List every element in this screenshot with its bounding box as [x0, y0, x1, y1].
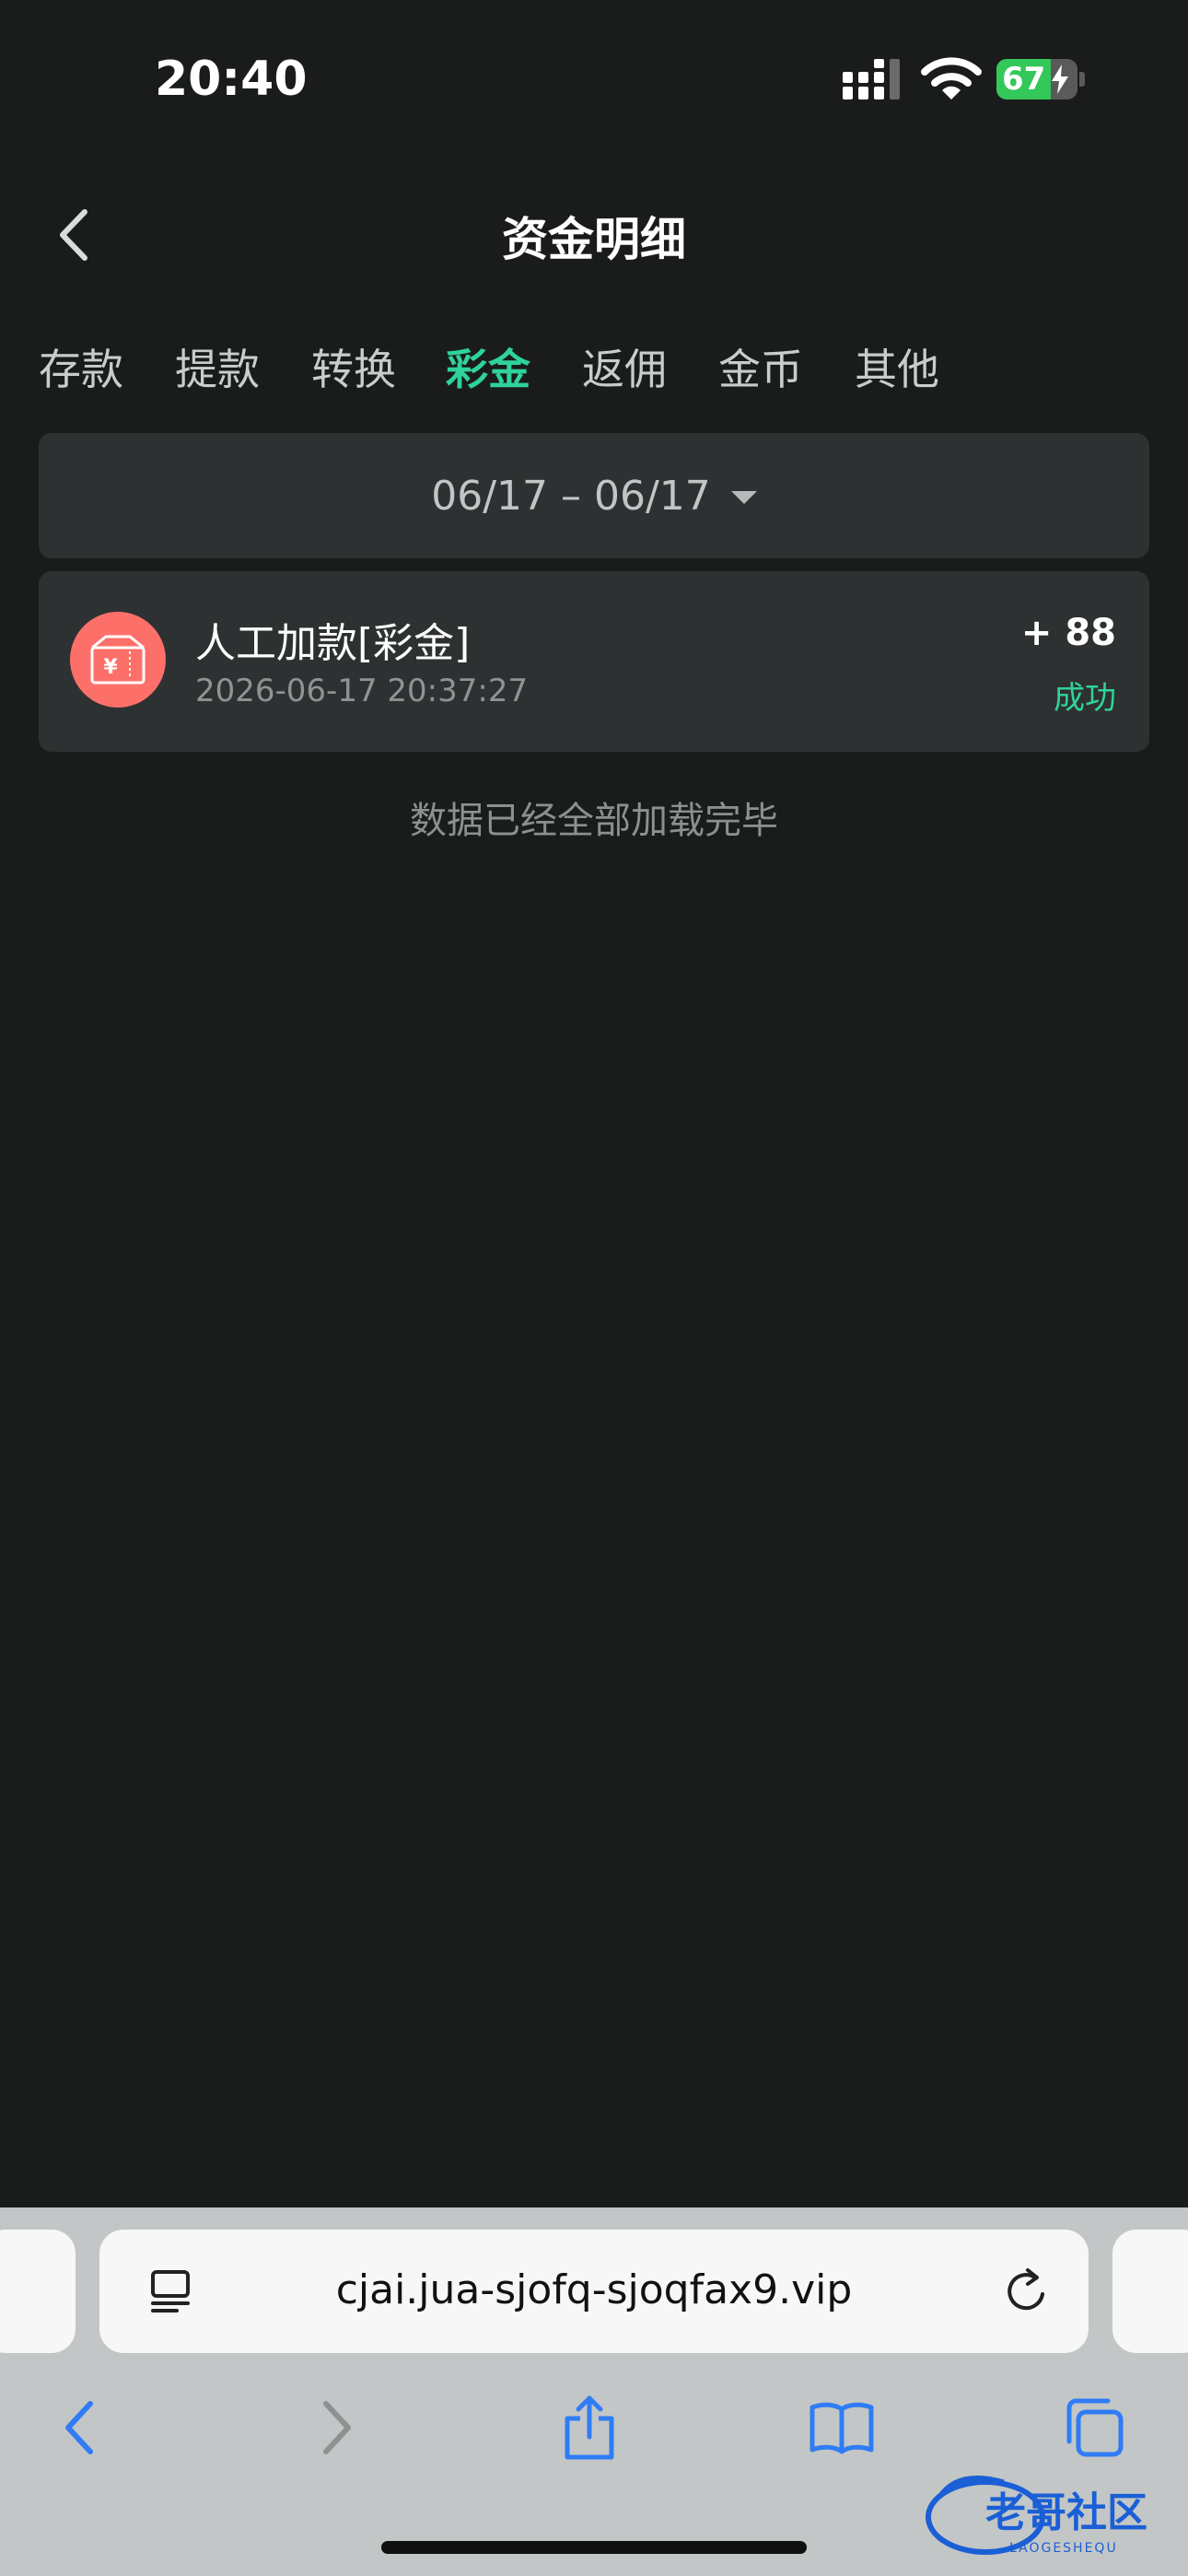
date-range-text: 06/17 – 06/17	[431, 472, 711, 520]
browser-back-button[interactable]	[42, 2391, 116, 2465]
book-icon	[809, 2402, 874, 2454]
chevron-right-icon	[323, 2401, 351, 2454]
chevron-left-icon	[65, 2401, 93, 2454]
battery-body: 67	[996, 59, 1077, 100]
url-text: cjai.jua-sjofq-sjoqfax9.vip	[335, 2266, 853, 2313]
cellular-signal-icon	[843, 59, 900, 100]
battery-percent: 67	[1002, 61, 1046, 98]
tabs-icon	[1066, 2398, 1124, 2457]
record-title: 人工加款[彩金]	[195, 620, 471, 667]
tab-deposit[interactable]: 存款	[39, 336, 123, 397]
list-item[interactable]: ¥ 人工加款[彩金] 2026-06-17 20:37:27 + 88 成功	[39, 571, 1149, 752]
battery-indicator: 67	[996, 59, 1085, 100]
tab-rebate[interactable]: 返佣	[582, 336, 667, 397]
record-status: 成功	[1054, 680, 1116, 717]
page-title: 资金明细	[502, 213, 686, 266]
watermark-logo: 老哥社区 LAOGESHEQU	[926, 2476, 1147, 2556]
end-of-list-note: 数据已经全部加载完毕	[410, 800, 778, 842]
svg-text:¥: ¥	[103, 656, 118, 679]
record-timestamp: 2026-06-17 20:37:27	[195, 673, 529, 709]
tab-other[interactable]: 其他	[855, 336, 939, 397]
share-button[interactable]	[553, 2391, 626, 2465]
wifi-icon	[921, 57, 982, 100]
battery-tip	[1079, 72, 1085, 87]
record-amount: + 88	[1020, 612, 1116, 654]
next-tab-peek[interactable]	[1112, 2230, 1188, 2353]
charging-bolt-icon	[1052, 64, 1068, 94]
tab-transfer[interactable]: 转换	[311, 336, 396, 397]
watermark-subtext: LAOGESHEQU	[1009, 2541, 1118, 2556]
red-envelope-icon: ¥	[70, 612, 166, 708]
tabs-button[interactable]	[1057, 2391, 1131, 2465]
tab-bonus[interactable]: 彩金	[446, 336, 530, 397]
browser-forward-button[interactable]	[300, 2391, 374, 2465]
home-indicator	[381, 2541, 807, 2554]
tab-withdraw[interactable]: 提款	[175, 336, 260, 397]
reload-icon[interactable]	[1002, 2266, 1052, 2316]
caret-down-icon	[730, 491, 757, 504]
tab-coins[interactable]: 金币	[718, 336, 803, 397]
date-range-filter[interactable]: 06/17 – 06/17	[39, 433, 1149, 558]
share-icon	[565, 2395, 614, 2460]
previous-tab-peek[interactable]	[0, 2230, 76, 2353]
address-bar[interactable]: cjai.jua-sjofq-sjoqfax9.vip	[99, 2230, 1089, 2353]
status-time: 20:40	[155, 52, 308, 107]
watermark-text: 老哥社区	[985, 2489, 1147, 2536]
bookmarks-button[interactable]	[805, 2391, 879, 2465]
status-bar: 20:40 67	[0, 0, 1188, 157]
